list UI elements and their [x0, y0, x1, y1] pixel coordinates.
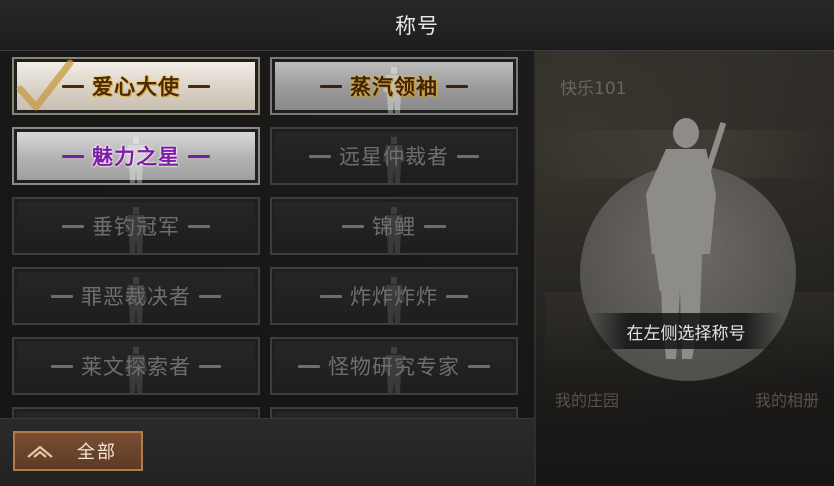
title-item-meili-zhixing[interactable]: 魅力之星: [12, 127, 260, 185]
decor-dash: [424, 224, 446, 228]
title-label: 莱文探索者: [81, 355, 191, 379]
title-item-chuidiao-guanjun[interactable]: 垂钓冠军: [12, 197, 260, 255]
decor-dash: [457, 154, 479, 158]
title-item-yuanxing-zhongcaizhe[interactable]: 远星仲裁者: [270, 127, 518, 185]
decor-dash: [446, 294, 468, 298]
decor-dash: [320, 294, 342, 298]
title-label: 锦鲤: [372, 215, 416, 239]
title-bar: 称号: [0, 0, 834, 51]
title-label: 爱心大使: [92, 75, 180, 99]
title-item-guaiwu-yanjiu-zhuanjia[interactable]: 怪物研究专家: [270, 337, 518, 395]
decor-dash: [446, 84, 468, 88]
title-preview-panel: 在左侧选择称号: [536, 51, 834, 485]
title-item-zhazhazhazha[interactable]: 炸炸炸炸: [270, 267, 518, 325]
decor-dash: [62, 224, 84, 228]
title-item-laiwen-tansuozhe[interactable]: 莱文探索者: [12, 337, 260, 395]
decor-dash: [342, 224, 364, 228]
decor-dash: [320, 84, 342, 88]
decor-dash: [62, 84, 84, 88]
decor-dash: [188, 154, 210, 158]
title-item-jinli[interactable]: 锦鲤: [270, 197, 518, 255]
page-title: 称号: [395, 14, 439, 38]
decor-dash: [199, 294, 221, 298]
title-label: 魅力之星: [92, 145, 180, 169]
decor-dash: [51, 294, 73, 298]
title-label: 垂钓冠军: [92, 215, 180, 239]
title-label: 炸炸炸炸: [350, 285, 438, 309]
title-grid[interactable]: 爱心大使 蒸汽领袖 魅力之星 远星仲裁者 垂钓冠军 锦鲤 罪恶裁决者 炸炸炸炸 …: [12, 57, 524, 422]
decor-dash: [188, 84, 210, 88]
title-item-aixin-dashi[interactable]: 爱心大使: [12, 57, 260, 115]
decor-dash: [309, 154, 331, 158]
filter-label: 全部: [77, 442, 117, 463]
title-label: 怪物研究专家: [328, 355, 460, 379]
title-label: 远星仲裁者: [339, 145, 449, 169]
decor-dash: [51, 364, 73, 368]
filter-all-button[interactable]: 全部: [13, 431, 143, 471]
title-item-zuie-caijuezhe[interactable]: 罪恶裁决者: [12, 267, 260, 325]
decor-dash: [298, 364, 320, 368]
preview-hint: 在左侧选择称号: [588, 313, 784, 349]
title-item-zhengqi-lingxiu[interactable]: 蒸汽领袖: [270, 57, 518, 115]
chevron-up-double-icon: [27, 445, 53, 458]
decor-dash: [62, 154, 84, 158]
title-label: 罪恶裁决者: [81, 285, 191, 309]
bottom-bar: 全部: [0, 418, 534, 486]
decor-dash: [199, 364, 221, 368]
decor-dash: [468, 364, 490, 368]
decor-dash: [188, 224, 210, 228]
title-label: 蒸汽领袖: [350, 75, 438, 99]
